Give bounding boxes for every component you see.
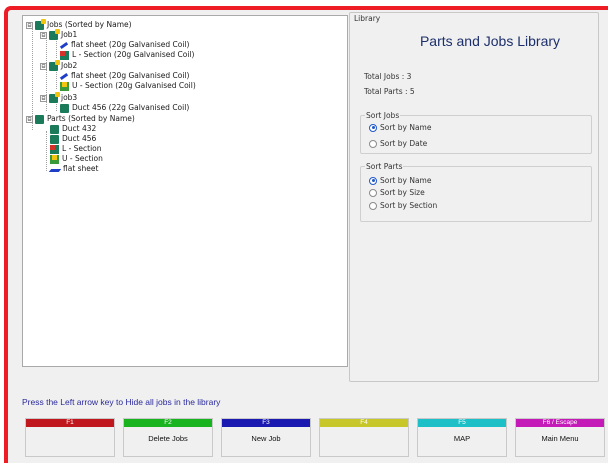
radio-icon[interactable] (369, 139, 377, 148)
new-job-button[interactable]: F3 New Job (221, 418, 311, 457)
fkey-bar: F2 (124, 419, 212, 427)
fkey-label: Main Menu (541, 434, 579, 443)
tree-node-jobs-root[interactable]: ⊟ Jobs (Sorted by Name) (26, 18, 132, 30)
parts-folder-icon (35, 114, 44, 124)
tree-node-job-item[interactable]: flat sheet (20g Galvanised Coil) (59, 40, 190, 50)
radio-selected-icon[interactable] (369, 123, 377, 132)
job-icon (49, 28, 60, 40)
radio-label: Sort by Name (380, 123, 432, 132)
sort-parts-by-section[interactable]: Sort by Section (369, 201, 437, 210)
collapse-icon[interactable]: ⊟ (40, 94, 47, 102)
f4-button[interactable]: F4 (319, 418, 409, 457)
tree-label: job3 (61, 93, 78, 102)
tree-node-part[interactable]: Duct 432 (50, 124, 96, 134)
group-title: Sort Jobs (365, 111, 401, 120)
tree-label: Job1 (61, 30, 78, 39)
tree-label: L - Section (20g Galvanised Coil) (72, 50, 195, 59)
job-icon (49, 59, 60, 71)
l-section-icon (60, 50, 69, 60)
tree-node-job-item[interactable]: L - Section (20g Galvanised Coil) (60, 50, 194, 60)
sort-parts-by-size[interactable]: Sort by Size (369, 188, 425, 197)
tree-label: U - Section (62, 154, 103, 163)
total-parts: Total Parts : 5 (364, 87, 415, 96)
main-menu-button[interactable]: F6 / Escape Main Menu (515, 418, 605, 457)
radio-label: Sort by Date (380, 139, 428, 148)
delete-jobs-button[interactable]: F2 Delete Jobs (123, 418, 213, 457)
hint-text: Press the Left arrow key to Hide all job… (22, 397, 221, 407)
u-section-icon (60, 81, 69, 91)
tree-node-part[interactable]: flat sheet (48, 164, 99, 174)
sort-jobs-by-name[interactable]: Sort by Name (369, 123, 431, 132)
map-button[interactable]: F5 MAP (417, 418, 507, 457)
job-icon (49, 91, 60, 103)
f1-button[interactable]: F1 (25, 418, 115, 457)
fkey-bar: F5 (418, 419, 506, 427)
tree-node-job[interactable]: ⊟ Job1 (40, 28, 78, 40)
tree-label: Job2 (61, 61, 78, 70)
group-title: Sort Parts (365, 162, 404, 171)
tree-label: Duct 456 (22g Galvanised Coil) (72, 103, 190, 112)
tree-node-job-item[interactable]: Duct 456 (22g Galvanised Coil) (60, 103, 189, 113)
library-panel: Library Parts and Jobs Library Total Job… (349, 12, 599, 382)
fkey-bar: F1 (26, 419, 114, 427)
tree-label: Parts (Sorted by Name) (47, 114, 135, 123)
collapse-icon[interactable]: ⊟ (40, 62, 47, 70)
tree-node-parts-root[interactable]: ⊟ Parts (Sorted by Name) (26, 114, 135, 124)
sort-jobs-by-date[interactable]: Sort by Date (369, 139, 427, 148)
radio-label: Sort by Name (380, 176, 432, 185)
duct-icon (50, 124, 59, 134)
tree-node-job-item[interactable]: flat sheet (20g Galvanised Coil) (59, 71, 190, 81)
duct-icon (50, 134, 59, 144)
collapse-icon[interactable]: ⊟ (40, 31, 47, 39)
tree-node-job-item[interactable]: U - Section (20g Galvanised Coil) (60, 81, 196, 91)
flat-sheet-icon (59, 72, 69, 80)
library-label: Library (354, 14, 381, 23)
flat-sheet-icon (59, 41, 69, 49)
fkey-label: Delete Jobs (148, 434, 188, 443)
radio-label: Sort by Section (380, 201, 438, 210)
radio-icon[interactable] (369, 201, 377, 210)
duct-icon (60, 103, 69, 113)
tree-label: flat sheet (20g Galvanised Coil) (71, 40, 190, 49)
page-title: Parts and Jobs Library (419, 33, 561, 49)
sort-parts-by-name[interactable]: Sort by Name (369, 176, 431, 185)
radio-icon[interactable] (369, 188, 377, 197)
radio-selected-icon[interactable] (369, 176, 377, 185)
radio-label: Sort by Size (380, 188, 425, 197)
tree-label: Duct 432 (62, 124, 97, 133)
tree-node-part[interactable]: U - Section (50, 154, 103, 164)
fkey-label: New Job (251, 434, 281, 443)
tree-label: Duct 456 (62, 134, 97, 143)
fkey-bar: F4 (320, 419, 408, 427)
library-tree[interactable]: ⊟ Jobs (Sorted by Name) ⊟ Job1 flat shee… (22, 15, 348, 367)
collapse-icon[interactable]: ⊟ (26, 115, 33, 123)
tree-node-job[interactable]: ⊟ Job2 (40, 59, 78, 71)
fkey-label: MAP (453, 434, 471, 443)
tree-label: U - Section (20g Galvanised Coil) (72, 81, 196, 90)
tree-node-job[interactable]: ⊟ job3 (40, 91, 78, 103)
collapse-icon[interactable]: ⊟ (26, 21, 33, 29)
tree-label: flat sheet (20g Galvanised Coil) (71, 71, 190, 80)
flat-sheet-icon (48, 168, 62, 172)
tree-node-part[interactable]: Duct 456 (50, 134, 96, 144)
sort-jobs-group: Sort Jobs Sort by Name Sort by Date (360, 111, 592, 154)
u-section-icon (50, 154, 59, 164)
tree-label: flat sheet (63, 164, 99, 173)
jobs-folder-icon (35, 18, 46, 30)
sort-parts-group: Sort Parts Sort by Name Sort by Size Sor… (360, 162, 592, 222)
total-jobs: Total Jobs : 3 (364, 72, 412, 81)
fkey-bar: F6 / Escape (516, 419, 604, 427)
l-section-icon (50, 144, 59, 154)
tree-label: L - Section (62, 144, 102, 153)
tree-node-part[interactable]: L - Section (50, 144, 102, 154)
fkey-bar: F3 (222, 419, 310, 427)
